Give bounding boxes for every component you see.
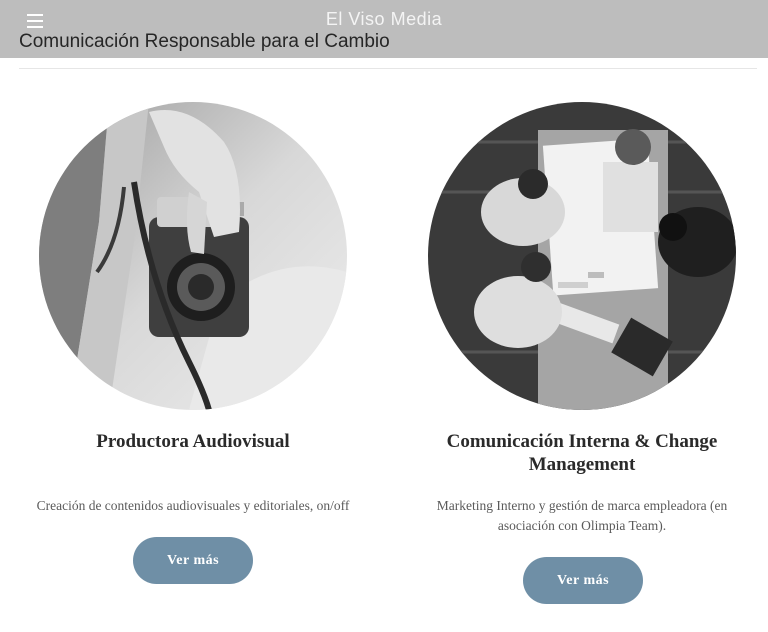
camera-hand-photo	[39, 102, 347, 410]
card-description: Marketing Interno y gestión de marca emp…	[436, 498, 728, 533]
card-description: Creación de contenidos audiovisuales y e…	[36, 498, 350, 513]
site-tagline: Comunicación Responsable para el Cambio	[19, 31, 390, 52]
card-title: Productora Audiovisual	[96, 431, 290, 452]
card-title: Comunicación Interna & Change Management	[446, 431, 718, 475]
site-brand[interactable]: El Viso Media	[0, 9, 768, 30]
team-meeting-overhead-photo	[428, 102, 736, 410]
service-card-audiovisual: Productora Audiovisual Creación de conte…	[28, 102, 358, 584]
ver-mas-button[interactable]: Ver más	[523, 557, 643, 604]
ver-mas-button[interactable]: Ver más	[133, 537, 253, 584]
top-bar: El Viso Media Comunicación Responsable p…	[0, 0, 768, 58]
service-card-internal-communication: Comunicación Interna & Change Management…	[417, 102, 747, 604]
divider	[19, 68, 757, 69]
